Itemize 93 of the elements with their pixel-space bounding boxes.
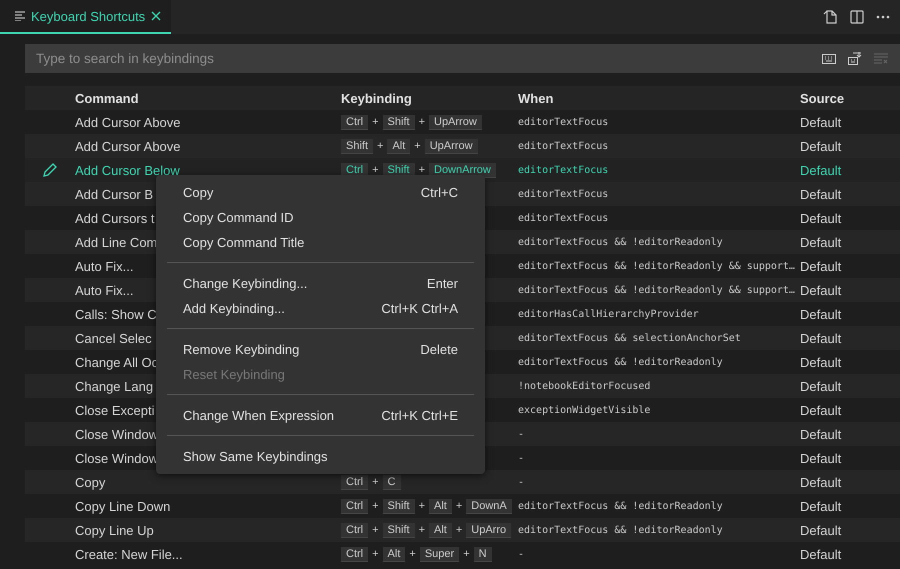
plus-sign: + bbox=[377, 140, 384, 152]
tab-title: Keyboard Shortcuts bbox=[31, 8, 146, 24]
command-cell: Copy Line Up bbox=[75, 522, 154, 538]
source-cell-text: Default bbox=[800, 426, 842, 442]
key-label: Shift bbox=[382, 114, 415, 130]
plus-sign: + bbox=[456, 500, 462, 512]
key-label: Alt bbox=[382, 546, 406, 562]
command-cell: Close Window bbox=[75, 450, 158, 466]
when-cell-text: editorTextFocus bbox=[518, 188, 610, 200]
when-cell-text: editorTextFocus && selectionAnchorSet bbox=[518, 332, 742, 344]
key-label: Super bbox=[420, 546, 460, 562]
when-cell-text: - bbox=[518, 548, 526, 560]
command-cell: Create: New File... bbox=[75, 546, 183, 562]
when-cell-text: !notebookEditorFocused bbox=[518, 380, 652, 392]
plus-sign: + bbox=[372, 476, 379, 488]
command-cell: Copy Line Down bbox=[75, 498, 170, 514]
source-cell-text: Default bbox=[800, 498, 842, 514]
plus-sign: + bbox=[414, 140, 421, 152]
key-label: Ctrl bbox=[341, 114, 368, 130]
plus-sign: + bbox=[372, 524, 379, 536]
plus-sign: + bbox=[418, 164, 425, 176]
plus-sign: + bbox=[463, 548, 470, 560]
when-cell-text: - bbox=[518, 428, 526, 440]
when-cell-text: editorTextFocus && !editorReadonly bbox=[518, 500, 724, 512]
key-label: DownA bbox=[466, 498, 512, 514]
plus-sign: + bbox=[456, 524, 462, 536]
source-cell-text: Default bbox=[800, 306, 842, 322]
key-label: Alt bbox=[429, 498, 452, 514]
when-cell-text: exceptionWidgetVisible bbox=[518, 404, 652, 416]
plus-sign: + bbox=[418, 116, 425, 128]
key-label: Shift bbox=[382, 522, 415, 538]
when-cell-text: editorTextFocus && !editorReadonly bbox=[518, 356, 724, 368]
plus-sign: + bbox=[372, 500, 379, 512]
when-cell-text: editorTextFocus bbox=[518, 212, 610, 224]
key-label: Alt bbox=[387, 138, 410, 154]
key-label: Shift bbox=[341, 138, 374, 154]
when-cell-text: editorTextFocus bbox=[518, 116, 610, 128]
command-cell: Close Excepti bbox=[75, 402, 154, 418]
key-label: Ctrl bbox=[341, 522, 368, 538]
source-cell-text: Default bbox=[800, 546, 842, 562]
source-cell-text: Default bbox=[800, 186, 842, 202]
key-label: Ctrl bbox=[341, 474, 368, 490]
source-cell-text: Default bbox=[800, 210, 842, 226]
command-cell: Add Cursor Below bbox=[75, 162, 180, 178]
source-cell-text: Default bbox=[800, 234, 842, 250]
source-cell-text: Default bbox=[800, 450, 842, 466]
command-cell: Calls: Show C bbox=[75, 306, 157, 322]
when-cell-text: editorTextFocus bbox=[518, 164, 610, 176]
source-cell-text: Default bbox=[800, 258, 842, 274]
source-cell-text: Default bbox=[800, 330, 842, 346]
command-cell: Close Window bbox=[75, 426, 158, 442]
key-label: UpArrow bbox=[429, 114, 482, 130]
key-label: Alt bbox=[429, 522, 452, 538]
when-cell-text: editorTextFocus bbox=[518, 140, 610, 152]
plus-sign: + bbox=[418, 500, 425, 512]
source-cell-text: Default bbox=[800, 354, 842, 370]
when-cell-text: editorTextFocus && !editorReadonly bbox=[518, 236, 724, 248]
command-cell: Change Lang bbox=[75, 378, 154, 394]
source-cell-text: Default bbox=[800, 162, 842, 178]
source-cell-text: Default bbox=[800, 378, 842, 394]
source-cell-text: Default bbox=[800, 474, 842, 490]
key-label: Ctrl bbox=[341, 498, 368, 514]
when-cell-text: editorTextFocus && !editorReadonly bbox=[518, 524, 724, 536]
source-cell-text: Default bbox=[800, 282, 842, 298]
command-cell: Add Line Com bbox=[75, 234, 158, 250]
plus-sign: + bbox=[418, 524, 425, 536]
source-cell-text: Default bbox=[800, 114, 842, 130]
command-cell: Add Cursors t bbox=[75, 210, 154, 226]
key-label: N bbox=[474, 546, 492, 562]
source-cell-text: Default bbox=[800, 402, 842, 418]
command-cell: Copy bbox=[75, 474, 106, 490]
command-cell: Auto Fix... bbox=[75, 282, 134, 298]
command-cell: Add Cursor Above bbox=[75, 114, 181, 130]
key-label: UpArrow bbox=[424, 138, 478, 154]
when-cell-text: editorTextFocus && !editorReadonly && support… bbox=[518, 284, 796, 296]
command-cell: Auto Fix... bbox=[75, 258, 134, 274]
command-cell: Cancel Selec bbox=[75, 330, 152, 346]
command-cell: Add Cursor B bbox=[75, 186, 154, 202]
plus-sign: + bbox=[372, 164, 379, 176]
command-cell: Add Cursor Above bbox=[75, 138, 181, 154]
key-label: C bbox=[382, 474, 400, 490]
source-cell-text: Default bbox=[800, 522, 842, 538]
key-label: Shift bbox=[382, 498, 415, 514]
when-cell-text: - bbox=[518, 476, 526, 488]
when-cell-text: - bbox=[518, 452, 526, 464]
when-cell-text: editorHasCallHierarchyProvider bbox=[518, 308, 700, 320]
source-cell-text: Default bbox=[800, 138, 842, 154]
plus-sign: + bbox=[372, 116, 379, 128]
key-label: Ctrl bbox=[341, 546, 368, 562]
key-label: UpArro bbox=[466, 522, 512, 538]
plus-sign: + bbox=[372, 548, 379, 560]
when-cell-text: editorTextFocus && !editorReadonly && support… bbox=[518, 260, 796, 272]
plus-sign: + bbox=[409, 548, 416, 560]
